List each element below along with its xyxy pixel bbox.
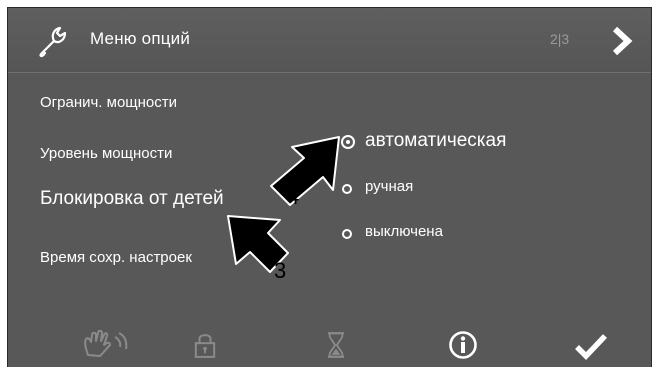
hourglass-icon[interactable] [327,331,345,359]
page-title: Меню опций [90,29,191,48]
checkmark-icon[interactable] [574,332,608,360]
menu-item-power-level[interactable]: Уровень мощности [40,145,172,162]
callout-arrow-4 [270,136,340,206]
callout-label-4: 4 [287,184,300,209]
radio-automatic[interactable] [341,135,355,149]
option-label-automatic: автоматическая [365,130,507,151]
radio-manual[interactable] [342,184,352,194]
menu-item-child-lock[interactable]: Блокировка от детей [40,188,224,210]
menu-item-save-time[interactable]: Время сохр. настроек [40,249,192,266]
radio-off[interactable] [342,229,352,239]
hand-wave-icon[interactable] [80,328,140,360]
wrench-icon [39,26,67,58]
lock-icon[interactable] [194,330,216,360]
info-icon[interactable] [448,330,478,360]
option-label-off: выключена [365,223,443,240]
control-panel-screen: Меню опций 2|3 Огранич. мощности Уровень… [7,7,652,367]
header-bar: Меню опций 2|3 [8,8,651,73]
callout-label-3: 3 [274,258,287,283]
option-label-manual: ручная [365,178,414,195]
menu-item-power-limit[interactable]: Огранич. мощности [40,94,177,111]
chevron-right-icon[interactable] [608,24,636,58]
page-indicator: 2|3 [550,31,570,47]
